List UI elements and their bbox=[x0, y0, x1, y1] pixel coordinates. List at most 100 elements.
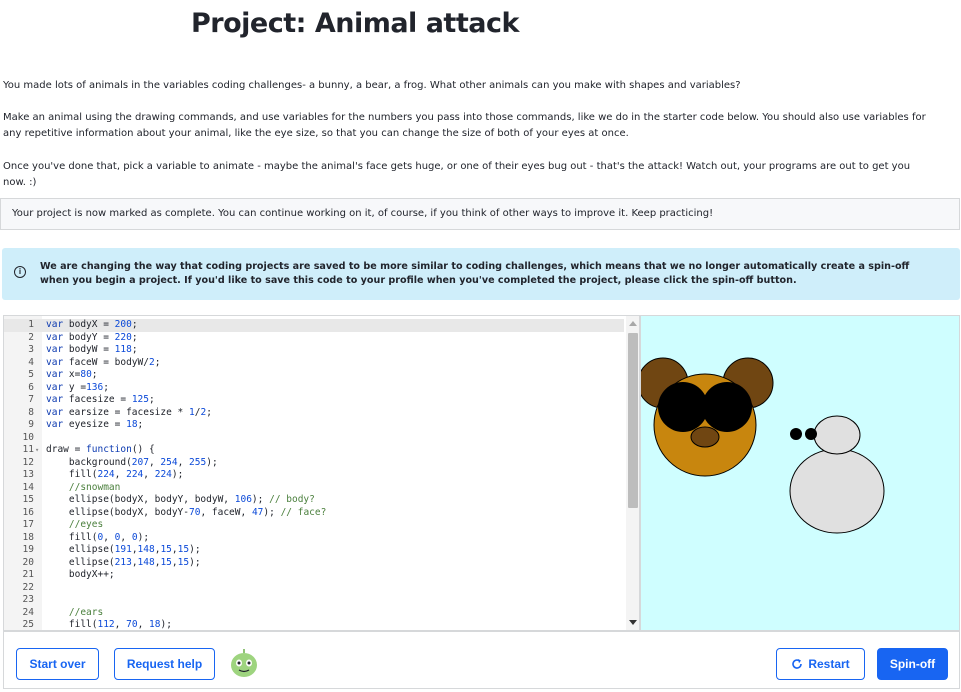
snowman-right-eye bbox=[805, 428, 817, 440]
code-text: var facesize = 125; bbox=[46, 394, 155, 405]
code-line[interactable]: 7 var facesize = 125; bbox=[4, 394, 624, 407]
bear-right-eye bbox=[702, 382, 752, 432]
scroll-up-arrow-icon[interactable] bbox=[629, 321, 637, 326]
avatar-icon[interactable] bbox=[228, 648, 260, 680]
line-number: 5 bbox=[28, 369, 34, 380]
code-text: bodyX++; bbox=[46, 569, 115, 580]
code-line[interactable]: 22 bbox=[4, 582, 624, 595]
line-number: 10 bbox=[22, 431, 34, 443]
code-line[interactable]: 5 var x=80; bbox=[4, 369, 624, 382]
snowman-drawing bbox=[789, 415, 885, 534]
instructions-paragraph: Make an animal using the drawing command… bbox=[3, 112, 926, 139]
request-help-button[interactable]: Request help bbox=[114, 648, 215, 680]
scrollbar-thumb[interactable] bbox=[628, 333, 638, 508]
line-number: 2 bbox=[28, 331, 34, 343]
code-text: fill(112, 70, 18); bbox=[46, 619, 172, 630]
editor-scrollbar[interactable] bbox=[626, 316, 639, 630]
line-number: 1 bbox=[28, 319, 34, 330]
line-number: 8 bbox=[28, 406, 34, 418]
spin-off-notice: i We are changing the way that coding pr… bbox=[2, 248, 960, 300]
notice-text: We are changing the way that coding proj… bbox=[40, 261, 910, 286]
code-line[interactable]: 16 ellipse(bodyX, bodyY-70, faceW, 47); … bbox=[4, 507, 624, 520]
refresh-icon bbox=[792, 659, 803, 669]
code-text: ellipse(213,148,15,15); bbox=[46, 556, 201, 568]
code-line[interactable]: 15 ellipse(bodyX, bodyY, bodyW, 106); //… bbox=[4, 494, 624, 507]
code-line[interactable]: 23 bbox=[4, 594, 624, 607]
code-line[interactable]: 25 fill(112, 70, 18); bbox=[4, 619, 624, 630]
code-text: ellipse(191,148,15,15); bbox=[46, 544, 201, 555]
completion-message: Your project is now marked as complete. … bbox=[0, 198, 960, 230]
code-line[interactable]: 6 var y =136; bbox=[4, 382, 624, 395]
code-text: var earsize = facesize * 1/2; bbox=[46, 406, 212, 418]
code-text: var eyesize = 18; bbox=[46, 419, 144, 430]
start-over-button[interactable]: Start over bbox=[16, 648, 99, 680]
line-number: 13 bbox=[22, 469, 34, 480]
line-number: 14 bbox=[22, 481, 34, 493]
line-number: 23 bbox=[22, 594, 34, 605]
output-canvas[interactable] bbox=[637, 315, 960, 631]
snowman-left-eye bbox=[790, 428, 802, 440]
code-text: ellipse(bodyX, bodyY-70, faceW, 47); // … bbox=[46, 506, 327, 518]
code-text: background(207, 254, 255); bbox=[46, 456, 218, 468]
line-number: 25 bbox=[22, 619, 34, 630]
code-line[interactable]: 2 var bodyY = 220; bbox=[4, 332, 624, 345]
code-line[interactable]: 21 bodyX++; bbox=[4, 569, 624, 582]
fold-arrow-icon[interactable]: ▾ bbox=[35, 444, 39, 457]
code-line[interactable]: 13 fill(224, 224, 224); bbox=[4, 469, 624, 482]
line-number: 24 bbox=[22, 606, 34, 618]
line-number: 17 bbox=[22, 519, 34, 530]
program-output bbox=[637, 357, 885, 534]
line-number: 6 bbox=[28, 381, 34, 393]
line-number: 18 bbox=[22, 531, 34, 543]
code-line[interactable]: 18 fill(0, 0, 0); bbox=[4, 532, 624, 545]
bear-left-eye bbox=[658, 382, 708, 432]
code-line[interactable]: 1 var bodyX = 200; bbox=[4, 319, 624, 332]
line-number: 3 bbox=[28, 344, 34, 355]
code-line[interactable]: 11 ▾ draw = function() { bbox=[4, 444, 624, 457]
code-line[interactable]: 4 var faceW = bodyW/2; bbox=[4, 357, 624, 370]
line-number: 9 bbox=[28, 419, 34, 430]
code-line[interactable]: 12 background(207, 254, 255); bbox=[4, 457, 624, 470]
code-text: fill(224, 224, 224); bbox=[46, 469, 184, 480]
line-number: 20 bbox=[22, 556, 34, 568]
code-text: fill(0, 0, 0); bbox=[46, 531, 150, 543]
code-editor[interactable]: 1 var bodyX = 200; 2 var bodyY = 220; 3 var b… bbox=[3, 315, 640, 631]
scroll-down-arrow-icon[interactable] bbox=[629, 620, 637, 625]
code-text: var x=80; bbox=[46, 369, 98, 380]
code-text: var bodyW = 118; bbox=[46, 344, 138, 355]
code-line[interactable]: 20 ellipse(213,148,15,15); bbox=[4, 557, 624, 570]
code-text: var faceW = bodyW/2; bbox=[46, 356, 161, 368]
code-line[interactable]: 17 //eyes bbox=[4, 519, 624, 532]
info-icon: i bbox=[14, 266, 26, 278]
code-text: ellipse(bodyX, bodyY, bodyW, 106); // bo… bbox=[46, 494, 315, 505]
code-text: //eyes bbox=[68, 519, 104, 530]
snowman-head bbox=[813, 415, 861, 455]
line-number: 7 bbox=[28, 394, 34, 405]
line-number: 11 bbox=[22, 444, 34, 455]
code-line[interactable]: 8 var earsize = facesize * 1/2; bbox=[4, 407, 624, 420]
line-number: 4 bbox=[28, 356, 34, 368]
bear-drawing bbox=[637, 357, 774, 477]
code-line[interactable]: 9 var eyesize = 18; bbox=[4, 419, 624, 432]
code-line[interactable]: 19 ellipse(191,148,15,15); bbox=[4, 544, 624, 557]
intro-paragraph: You made lots of animals in the variable… bbox=[3, 80, 741, 91]
snowman-body bbox=[789, 448, 885, 534]
line-number: 16 bbox=[22, 506, 34, 518]
code-line[interactable]: 14 //snowman bbox=[4, 482, 624, 495]
code-line[interactable]: 10 bbox=[4, 432, 624, 445]
line-number: 19 bbox=[22, 544, 34, 555]
code-line[interactable]: 3 var bodyW = 118; bbox=[4, 344, 624, 357]
restart-label: Restart bbox=[808, 657, 850, 671]
restart-button[interactable]: Restart bbox=[776, 648, 865, 680]
code-text: var bodyX = 200; bbox=[46, 319, 138, 330]
code-text: //snowman bbox=[68, 481, 121, 493]
spin-off-button[interactable]: Spin-off bbox=[877, 648, 948, 680]
code-text: var y =136; bbox=[46, 381, 109, 393]
animate-paragraph: Once you've done that, pick a variable t… bbox=[3, 161, 911, 188]
code-text: //ears bbox=[68, 606, 104, 618]
line-number: 22 bbox=[22, 581, 34, 593]
code-line[interactable]: 24 //ears bbox=[4, 607, 624, 620]
bear-nose bbox=[690, 426, 720, 448]
line-number: 15 bbox=[22, 494, 34, 505]
line-number: 21 bbox=[22, 569, 34, 580]
